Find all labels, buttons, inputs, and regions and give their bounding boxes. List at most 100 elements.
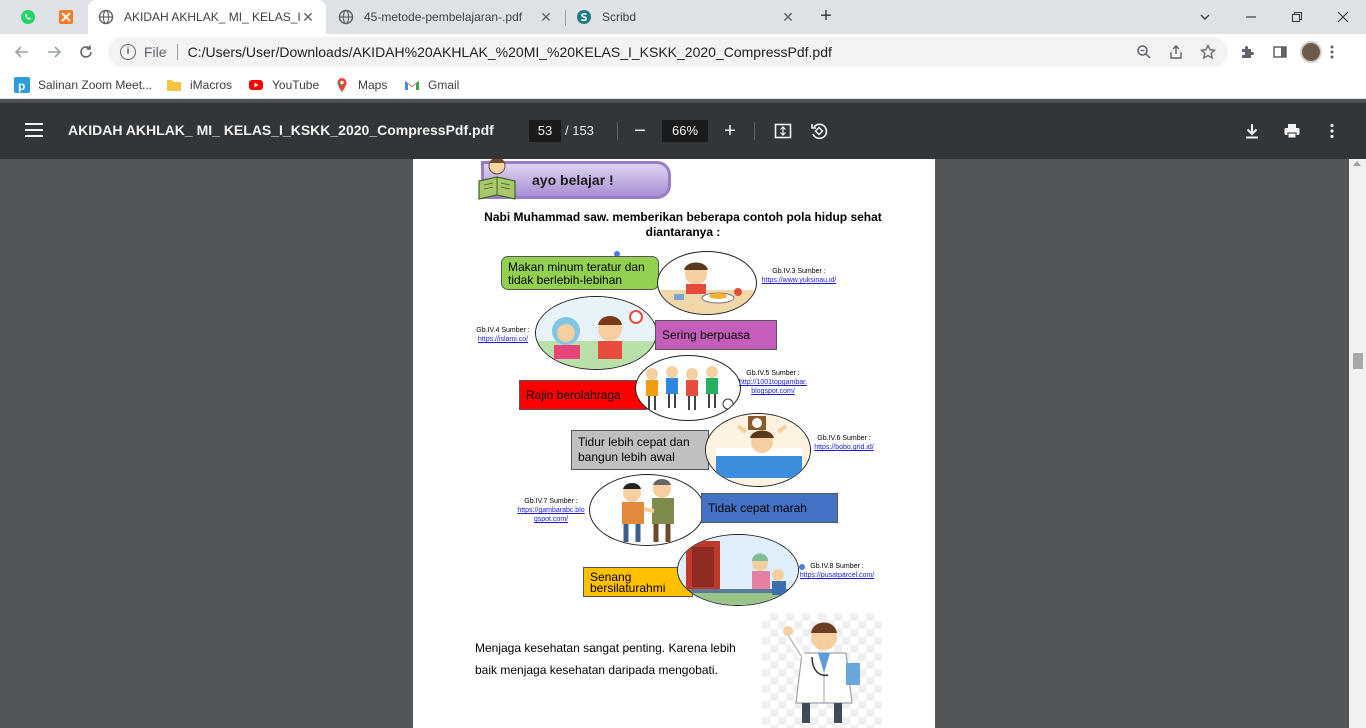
chrome-menu-icon[interactable] [1320,40,1344,64]
fit-to-page-icon[interactable] [771,119,795,143]
print-icon[interactable] [1280,119,1304,143]
tab-title: 45-metode-pembelajaran-.pdf [364,10,523,24]
tab-scribd[interactable]: Scribd ✕ [566,0,806,34]
label-line: Rajin berolahraga [526,388,621,402]
banner-label: ayo belajar ! [532,172,614,188]
bookmark-imacros[interactable]: iMacros [166,76,232,94]
body-line: baik menjaga kesehatan daripada mengobat… [475,663,718,677]
tab-close-icon[interactable]: ✕ [780,9,796,25]
toolbar-divider [617,122,618,140]
source-link[interactable]: https://www.yuksinau.id/ [759,276,839,285]
eating-illustration [657,251,757,315]
bookmark-salinan-zoom[interactable]: p Salinan Zoom Meet... [14,76,152,94]
gmail-icon [404,77,420,93]
page-total: / 153 [565,123,594,138]
source-link[interactable]: https://bobo.grid.id/ [811,443,877,452]
tab-akidah-pdf[interactable]: AKIDAH AKHLAK_ MI_ KELAS_I_KSKK_2020_Com… [88,0,326,34]
tab-search-chevron-icon[interactable] [1182,0,1228,34]
zoom-level-input[interactable]: 66% [662,120,708,142]
pdf-viewport[interactable]: ayo belajar ! Nabi Muhammad saw. memberi… [0,159,1366,728]
profile-avatar[interactable] [1300,41,1322,63]
url-text[interactable]: C:/Users/User/Downloads/AKIDAH%20AKHLAK_… [188,44,832,60]
caption-text: Gb.IV.8 Sumber : [810,563,864,570]
bookmark-youtube[interactable]: YouTube [248,76,319,94]
scribd-icon [576,9,592,25]
rotate-icon[interactable] [807,119,831,143]
pinned-tab-xampp[interactable] [48,0,84,34]
page-number-input[interactable]: 53 [529,120,561,142]
bookmark-star-icon[interactable] [1197,41,1219,63]
extensions-puzzle-icon[interactable] [1236,40,1260,64]
download-icon[interactable] [1240,119,1264,143]
url-scheme: File [144,44,167,60]
vertical-scrollbar[interactable] [1349,159,1366,728]
caption-text: Gb.IV.6 Sumber : [817,435,871,442]
label-line: Tidur lebih cepat dan [578,435,690,449]
tab-close-icon[interactable]: ✕ [300,9,316,25]
side-panel-icon[interactable] [1268,40,1292,64]
label-tidur-cepat: Tidur lebih cepat dan bangun lebih awal [571,430,709,470]
label-makan-minum: Makan minum teratur dan tidak berlebih-l… [501,256,659,290]
source-caption-5: Gb.IV.5 Sumber : http://1001topgambar. b… [735,369,811,396]
reload-icon[interactable] [72,38,100,66]
bookmark-gmail[interactable]: Gmail [404,76,459,94]
label-sering-berpuasa: Sering berpuasa [655,320,777,350]
new-tab-button[interactable]: + [814,5,838,29]
bookmark-label: YouTube [272,78,320,92]
caption-text: Gb.IV.4 Sumber : [476,327,530,334]
source-caption-8: Gb.IV.8 Sumber : https://pusatparcel.com… [797,562,877,580]
waking-up-illustration [705,413,811,487]
family-visit-illustration [677,534,799,606]
zoom-search-icon[interactable] [1133,41,1155,63]
info-icon[interactable]: i [120,44,136,60]
heading-line: diantaranya : [645,225,721,239]
zoom-out-icon[interactable]: − [628,119,652,143]
youtube-icon [248,77,264,93]
tab-title: AKIDAH AKHLAK_ MI_ KELAS_I_KSKK_2020_Com… [124,10,300,24]
bookmark-label: iMacros [190,78,233,92]
forward-icon[interactable] [40,38,68,66]
label-line: bersilaturahmi [590,581,666,595]
source-link[interactable]: gspot.com/ [513,515,589,524]
source-link[interactable]: blogspot.com/ [735,387,811,396]
label-line: Tidak cepat marah [708,501,807,515]
caption-text: Gb.IV.7 Sumber : [524,498,578,505]
p-icon: p [14,77,30,93]
close-window-icon[interactable] [1320,0,1366,34]
tab-close-icon[interactable]: ✕ [538,9,554,25]
tab-metode-pdf[interactable]: 45-metode-pembelajaran-.pdf ✕ [328,0,564,34]
bookmark-label: Gmail [428,78,460,92]
caption-text: Gb.IV.3 Sumber : [772,268,826,275]
url-divider [176,44,178,60]
body-paragraph: Menjaga kesehatan sangat penting. Karena… [475,637,755,681]
hamburger-menu-icon[interactable] [22,119,46,143]
pinned-tab-whatsapp[interactable] [10,0,46,34]
maps-icon [334,77,350,93]
reading-child-illustration [478,159,516,200]
scrollbar-thumb[interactable] [1353,353,1363,369]
doctor-illustration [762,613,882,728]
bookmarks-bar: p Salinan Zoom Meet... iMacros YouTube M… [0,70,1366,99]
scroll-up-arrow-icon[interactable] [1353,161,1361,166]
pdf-toolbar: AKIDAH AKHLAK_ MI_ KELAS_I_KSKK_2020_Com… [0,103,1366,159]
page-heading: Nabi Muhammad saw. memberikan beberapa c… [463,210,903,240]
tab-strip: AKIDAH AKHLAK_ MI_ KELAS_I_KSKK_2020_Com… [0,0,1366,34]
label-line: bangun lebih awal [578,450,675,464]
svg-text:p: p [18,79,25,93]
more-options-icon[interactable] [1320,119,1344,143]
source-link[interactable]: http://1001topgambar. [735,378,811,387]
source-link[interactable]: https://gambarabc.blo [513,506,589,515]
source-link[interactable]: https://pusatparcel.com/ [797,571,877,580]
back-icon[interactable] [8,38,36,66]
heading-line: Nabi Muhammad saw. memberikan beberapa c… [484,210,882,224]
share-icon[interactable] [1165,41,1187,63]
source-caption-3: Gb.IV.3 Sumber : https://www.yuksinau.id… [759,267,839,285]
caption-text: Gb.IV.5 Sumber : [746,370,800,377]
restore-icon[interactable] [1274,0,1320,34]
address-bar[interactable]: i File C:/Users/User/Downloads/AKIDAH%20… [108,37,1228,67]
xampp-icon [59,10,73,24]
bookmark-maps[interactable]: Maps [334,76,387,94]
minimize-icon[interactable] [1228,0,1274,34]
zoom-in-icon[interactable]: + [718,119,742,143]
source-link[interactable]: https://islami.co/ [471,335,535,344]
